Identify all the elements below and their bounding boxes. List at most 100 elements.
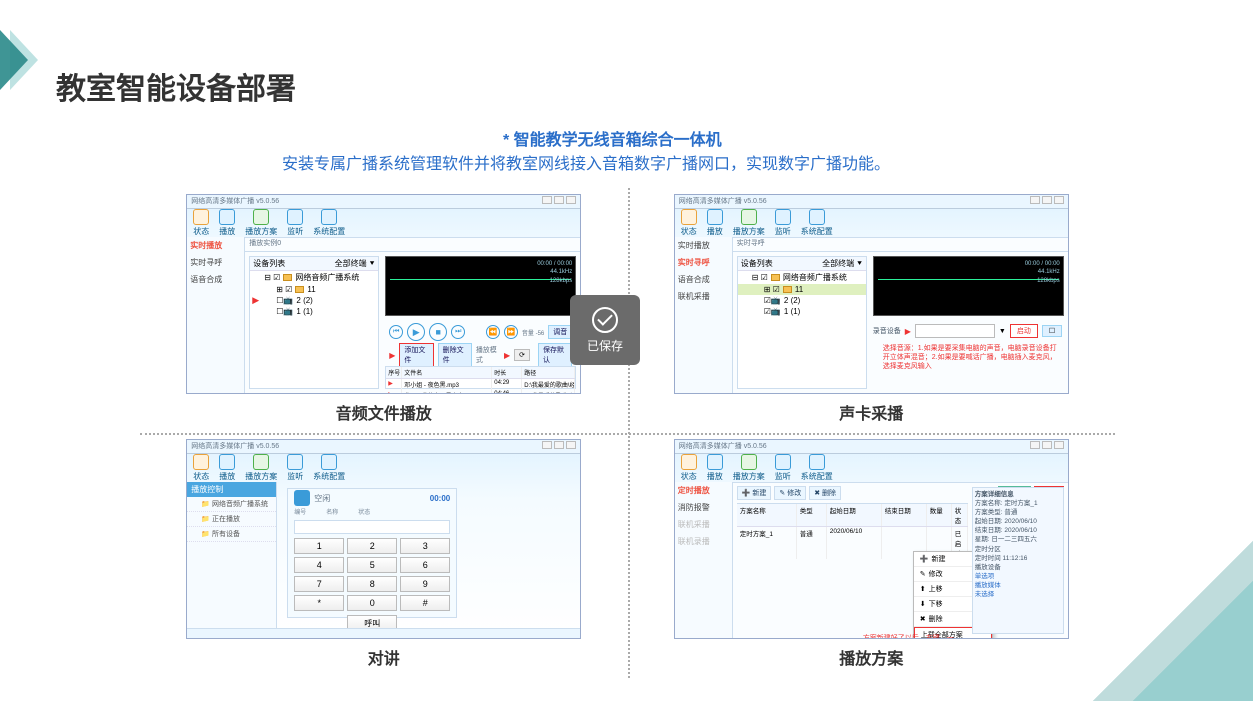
window-buttons[interactable]	[540, 196, 576, 207]
sidebar-item-record[interactable]: 联机录播	[675, 533, 732, 550]
tool-plan[interactable]: 播放方案	[245, 454, 277, 482]
table-row[interactable]: ▶费玉 - 我的大哥是李白.mp304:46D:\我最爱的歌曲\经...	[386, 390, 575, 394]
mode-toggle[interactable]: ⟳	[514, 349, 530, 361]
sidebar-item-realtime-page[interactable]: ▶实时寻呼	[187, 254, 244, 271]
record-start-button[interactable]: 启动	[1010, 324, 1038, 338]
key-star[interactable]: *	[294, 595, 344, 611]
sidebar-item-capture[interactable]: 联机采播	[675, 288, 732, 305]
tree-root[interactable]: ⊟ ☑网络音频广播系统	[250, 271, 378, 284]
tree-child[interactable]: ⊞ ☑11	[250, 284, 378, 295]
tune-button[interactable]: 调音	[548, 325, 572, 339]
tool-plan[interactable]: 播放方案	[733, 209, 765, 237]
new-plan-button[interactable]: ➕ 新建	[737, 486, 772, 500]
next-button[interactable]: ⏭	[451, 325, 465, 339]
tool-monitor[interactable]: 监听	[775, 209, 791, 237]
del-plan-button[interactable]: ✖ 删除	[809, 486, 841, 500]
instance-tab[interactable]: 实时寻呼	[733, 238, 1068, 252]
tool-status[interactable]: 状态	[193, 454, 209, 482]
sidebar-item-capture[interactable]: 联机采播	[675, 516, 732, 533]
key-0[interactable]: 0	[347, 595, 397, 611]
key-4[interactable]: 4	[294, 557, 344, 573]
key-5[interactable]: 5	[347, 557, 397, 573]
col-len: 时长	[492, 367, 522, 378]
tool-play[interactable]: 播放	[707, 209, 723, 237]
key-8[interactable]: 8	[347, 576, 397, 592]
sidebar-item-tts[interactable]: 语音合成	[187, 271, 244, 288]
info-link[interactable]: 播放媒体	[975, 581, 1061, 590]
tool-plan[interactable]: 播放方案	[733, 454, 765, 482]
cell-audio-play: 网络高清多媒体广播 v5.0.56 状态 播放 播放方案 监听 系统配置 实时播…	[140, 188, 628, 433]
info-link[interactable]: 单选项	[975, 572, 1061, 581]
key-6[interactable]: 6	[400, 557, 450, 573]
tree-child[interactable]: ☑📺2 (2)	[738, 295, 866, 306]
sidebar-item-tts[interactable]: ▶语音合成	[675, 271, 732, 288]
tree-root[interactable]: ⊟ ☑网络音频广播系统	[738, 271, 866, 284]
caption-plan: 播放方案	[839, 645, 903, 669]
tool-play[interactable]: 播放	[219, 454, 235, 482]
window-titlebar: 网络高清多媒体广播 v5.0.56	[187, 440, 580, 454]
edit-plan-button[interactable]: ✎ 修改	[774, 486, 806, 500]
window-buttons[interactable]	[1028, 441, 1064, 452]
window-buttons[interactable]	[540, 441, 576, 452]
window-buttons[interactable]	[1028, 196, 1064, 207]
ff-button[interactable]: ⏩	[504, 325, 518, 339]
tree-child[interactable]: ☑📺1 (1)	[738, 306, 866, 317]
tool-config[interactable]: 系统配置	[313, 454, 345, 482]
play-button[interactable]: ▶	[407, 323, 425, 341]
main-panel: 实时寻呼 设备列表全部终端 ⯆ ⊟ ☑网络音频广播系统 ⊞ ☑11 ☑📺2 (2…	[733, 237, 1068, 393]
tool-config[interactable]: 系统配置	[801, 209, 833, 237]
tree-child[interactable]: ☐📺1 (1)	[250, 306, 378, 317]
key-7[interactable]: 7	[294, 576, 344, 592]
list-item[interactable]: 所有设备	[187, 527, 276, 542]
sidebar-item-realtime-page[interactable]: ▶实时寻呼	[675, 254, 732, 271]
all-terminals-dropdown[interactable]: 全部终端 ⯆	[335, 258, 376, 269]
key-3[interactable]: 3	[400, 538, 450, 554]
save-default-button[interactable]: 保存默认	[538, 343, 572, 367]
sidebar-item-fire-alarm[interactable]: 消防报警	[675, 499, 732, 516]
tree-child[interactable]: ▶☐📺2 (2)	[250, 295, 378, 306]
tool-status[interactable]: 状态	[681, 209, 697, 237]
play-sidebar: 实时播放 ▶实时寻呼 语音合成	[187, 237, 245, 393]
info-link[interactable]: 未选择	[975, 590, 1061, 599]
window-titlebar: 网络高清多媒体广播 v5.0.56	[675, 195, 1068, 209]
key-9[interactable]: 9	[400, 576, 450, 592]
tree-child[interactable]: ⊞ ☑11	[738, 284, 866, 295]
tool-monitor[interactable]: 监听	[287, 454, 303, 482]
intercom-keypad: 1 2 3 4 5 6 7 8 9 * 0 #	[288, 538, 456, 611]
record-device-select[interactable]	[915, 324, 995, 338]
bps-readout: 128kbps	[1025, 277, 1060, 285]
tool-play[interactable]: 播放	[707, 454, 723, 482]
sidebar-item-realtime-play[interactable]: 实时播放	[187, 237, 244, 254]
key-1[interactable]: 1	[294, 538, 344, 554]
instance-tab[interactable]: 播放实例0	[245, 238, 580, 252]
key-hash[interactable]: #	[400, 595, 450, 611]
del-file-button[interactable]: 删除文件	[438, 343, 472, 367]
stop-button[interactable]: ■	[429, 323, 447, 341]
record-settings-button[interactable]: ☐	[1042, 325, 1062, 337]
prev-button[interactable]: ⏮	[389, 325, 403, 339]
col-name: 文件名	[402, 367, 492, 378]
intro-subtitle: * 智能教学无线音箱综合一体机	[503, 126, 722, 150]
tool-status[interactable]: 状态	[681, 454, 697, 482]
intercom-sidebar-header: 播放控制	[187, 482, 276, 497]
tool-play[interactable]: 播放	[219, 209, 235, 237]
list-item[interactable]: 网络音频广播系统	[187, 497, 276, 512]
sidebar-item-realtime-play[interactable]: 实时播放	[675, 237, 732, 254]
tool-monitor[interactable]: 监听	[775, 454, 791, 482]
window-title: 网络高清多媒体广播 v5.0.56	[191, 441, 279, 452]
col-status: 状态	[358, 507, 370, 516]
tool-config[interactable]: 系统配置	[801, 454, 833, 482]
rew-button[interactable]: ⏪	[486, 325, 500, 339]
tool-status[interactable]: 状态	[193, 209, 209, 237]
key-2[interactable]: 2	[347, 538, 397, 554]
cell-intercom: 网络高清多媒体广播 v5.0.56 状态 播放 播放方案 监听 系统配置 播放控…	[140, 433, 628, 678]
add-file-button[interactable]: 添加文件	[399, 343, 433, 367]
tool-config[interactable]: 系统配置	[313, 209, 345, 237]
plan-sidebar: 定时播放 消防报警 联机采播 联机录播	[675, 482, 733, 638]
list-item[interactable]: 正在播放	[187, 512, 276, 527]
sidebar-item-scheduled[interactable]: 定时播放	[675, 482, 732, 499]
table-row[interactable]: ▶邓小姐 - 夜色黑.mp304:29D:\我最爱的歌曲\经...	[386, 379, 575, 390]
tool-monitor[interactable]: 监听	[287, 209, 303, 237]
tool-plan[interactable]: 播放方案	[245, 209, 277, 237]
all-terminals-dropdown[interactable]: 全部终端 ⯆	[822, 258, 863, 269]
